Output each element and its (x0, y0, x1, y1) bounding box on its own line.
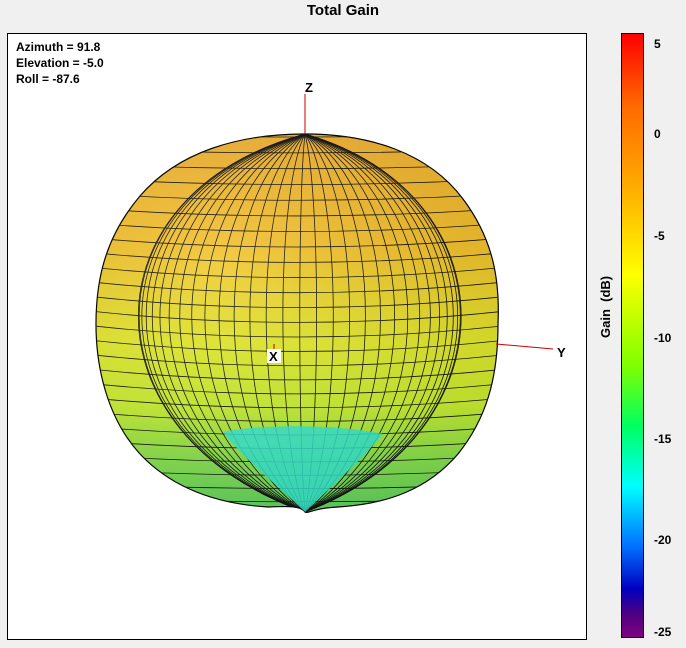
colorbar-label: Gain (dB) (598, 276, 613, 338)
plot-title: Total Gain (306, 2, 380, 19)
x-axis-label: X (269, 349, 278, 364)
y-axis-label: Y (557, 345, 566, 360)
colorbar-tick-0: 0 (654, 127, 661, 141)
z-axis-label: Z (305, 80, 313, 95)
colorbar-tick-m5: -5 (654, 229, 665, 243)
colorbar (621, 33, 644, 638)
plot-area[interactable]: Azimuth = 91.8 Elevation = -5.0 Roll = -… (7, 33, 587, 640)
colorbar-tick-m15: -15 (654, 432, 672, 446)
y-axis-line (495, 343, 554, 350)
surface-shading (96, 134, 499, 513)
colorbar-tick-m20: -20 (654, 533, 672, 547)
colorbar-tick-5: 5 (654, 37, 661, 51)
mesh-latitude-line (96, 511, 499, 513)
radiation-pattern-3d[interactable] (8, 34, 587, 640)
colorbar-tick-m25: -25 (654, 625, 672, 639)
colorbar-label-text: Gain (dB) (598, 275, 613, 338)
colorbar-tick-m10: -10 (654, 331, 672, 345)
